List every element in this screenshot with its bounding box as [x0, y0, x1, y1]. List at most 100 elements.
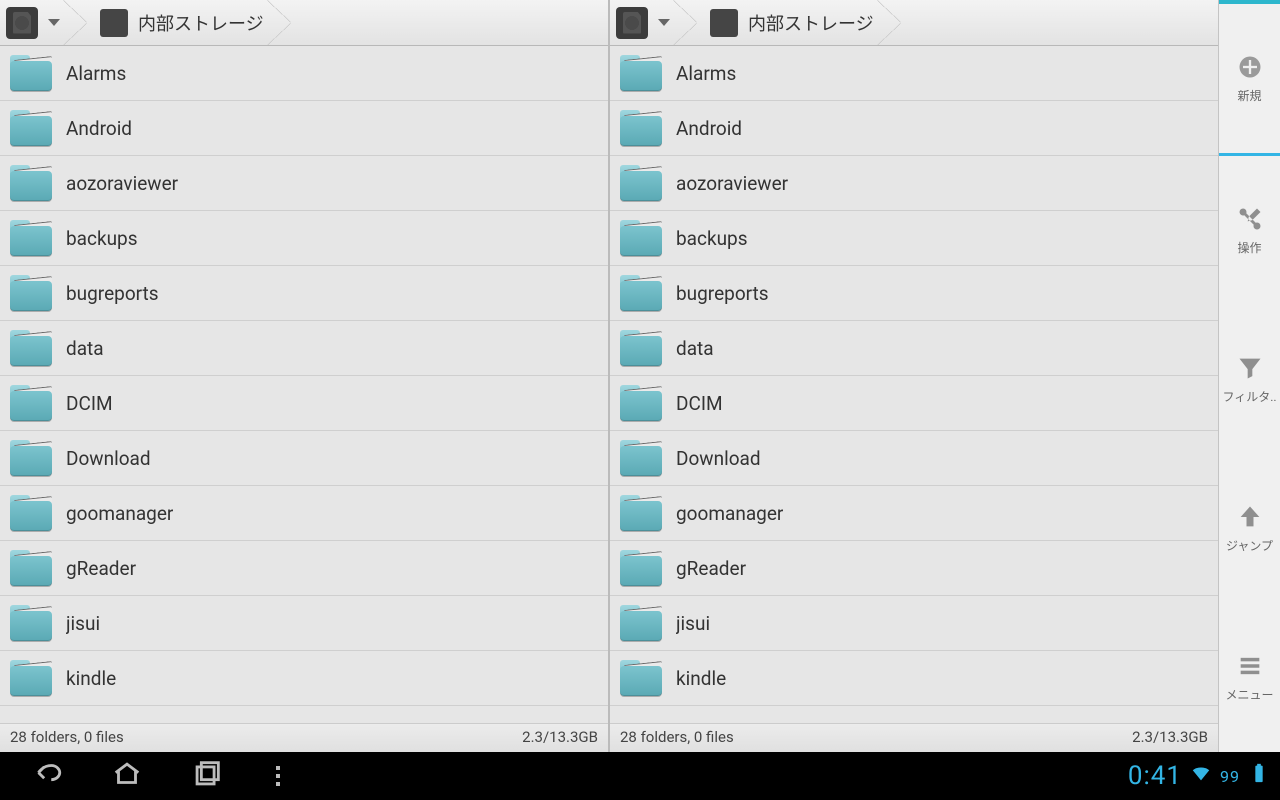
file-name: Android [66, 117, 132, 140]
battery-icon [1248, 761, 1270, 791]
list-item[interactable]: data [0, 321, 608, 376]
list-item[interactable]: DCIM [0, 376, 608, 431]
action-label: ジャンプ [1226, 537, 1273, 554]
list-item[interactable]: jisui [610, 596, 1218, 651]
action-sidebar: 新規 操作 フィルタ.. ジャンプ メニュー [1218, 0, 1280, 752]
clock: 0:41 [1128, 761, 1182, 791]
action-label: 新規 [1237, 87, 1261, 104]
action-new[interactable]: 新規 [1219, 4, 1280, 156]
folder-icon [10, 550, 52, 586]
folder-icon [10, 385, 52, 421]
overflow-menu-button[interactable] [270, 766, 280, 786]
menu-icon [1236, 652, 1264, 680]
status-storage: 2.3/13.3GB [1132, 728, 1208, 746]
file-name: Android [676, 117, 742, 140]
breadcrumb-label: 内部ストレージ [138, 10, 264, 36]
list-item[interactable]: aozoraviewer [0, 156, 608, 211]
sdcard-icon [6, 7, 38, 39]
file-list[interactable]: Alarms Android aozoraviewer backups bugrepor… [610, 46, 1218, 723]
file-name: Alarms [66, 62, 126, 85]
file-name: kindle [66, 667, 116, 690]
file-pane: 内部ストレージ Alarms Android aozoraviewer backups b… [0, 0, 608, 752]
folder-icon [10, 165, 52, 201]
list-item[interactable]: gReader [0, 541, 608, 596]
file-name: bugreports [676, 282, 769, 305]
list-item[interactable]: kindle [0, 651, 608, 706]
list-item[interactable]: Alarms [0, 46, 608, 101]
pane-status: 28 folders, 0 files 2.3/13.3GB [610, 723, 1218, 752]
back-button[interactable] [30, 757, 64, 795]
list-item[interactable]: backups [610, 211, 1218, 266]
file-name: jisui [676, 612, 710, 635]
wifi-icon [1190, 761, 1212, 791]
home-button[interactable] [110, 757, 144, 795]
action-jump[interactable]: ジャンプ [1219, 454, 1280, 603]
folder-icon [10, 605, 52, 641]
file-name: backups [66, 227, 138, 250]
list-item[interactable]: goomanager [0, 486, 608, 541]
chevron-down-icon [48, 19, 60, 26]
recent-apps-button[interactable] [190, 757, 224, 795]
action-label: 操作 [1237, 239, 1261, 256]
battery-percent: 99 [1220, 767, 1240, 786]
folder-icon [620, 660, 662, 696]
breadcrumb-root[interactable] [0, 0, 86, 45]
folder-icon [620, 275, 662, 311]
list-item[interactable]: bugreports [0, 266, 608, 321]
list-item[interactable]: data [610, 321, 1218, 376]
list-item[interactable]: goomanager [610, 486, 1218, 541]
status-storage: 2.3/13.3GB [522, 728, 598, 746]
file-name: DCIM [66, 392, 113, 415]
folder-icon [620, 220, 662, 256]
folder-icon [620, 55, 662, 91]
file-pane: 内部ストレージ Alarms Android aozoraviewer backups b… [608, 0, 1218, 752]
list-item[interactable]: bugreports [610, 266, 1218, 321]
tools-icon [1236, 205, 1264, 233]
list-item[interactable]: kindle [610, 651, 1218, 706]
action-filter[interactable]: フィルタ.. [1219, 305, 1280, 454]
file-name: data [676, 337, 714, 360]
list-item[interactable]: gReader [610, 541, 1218, 596]
folder-icon [620, 165, 662, 201]
status-count: 28 folders, 0 files [620, 728, 734, 746]
breadcrumb-root[interactable] [610, 0, 696, 45]
file-name: backups [676, 227, 748, 250]
arrow-up-icon [1236, 503, 1264, 531]
folder-icon [620, 605, 662, 641]
list-item[interactable]: Download [0, 431, 608, 486]
file-name: bugreports [66, 282, 159, 305]
file-list[interactable]: Alarms Android aozoraviewer backups bugrepor… [0, 46, 608, 723]
breadcrumb-item[interactable]: 内部ストレージ [86, 0, 290, 45]
list-item[interactable]: Alarms [610, 46, 1218, 101]
storage-icon [100, 9, 128, 37]
folder-icon [620, 385, 662, 421]
file-name: DCIM [676, 392, 723, 415]
file-name: jisui [66, 612, 100, 635]
folder-icon [10, 660, 52, 696]
action-menu[interactable]: メニュー [1219, 603, 1280, 752]
list-item[interactable]: DCIM [610, 376, 1218, 431]
file-name: goomanager [676, 502, 783, 525]
breadcrumb-item[interactable]: 内部ストレージ [696, 0, 900, 45]
android-navbar: 0:41 99 [0, 752, 1280, 800]
list-item[interactable]: aozoraviewer [610, 156, 1218, 211]
list-item[interactable]: jisui [0, 596, 608, 651]
list-item[interactable]: backups [0, 211, 608, 266]
folder-icon [620, 550, 662, 586]
list-item[interactable]: Android [610, 101, 1218, 156]
folder-icon [620, 330, 662, 366]
list-item[interactable]: Download [610, 431, 1218, 486]
action-operate[interactable]: 操作 [1219, 156, 1280, 305]
chevron-down-icon [658, 19, 670, 26]
folder-icon [10, 440, 52, 476]
file-name: Alarms [676, 62, 736, 85]
folder-icon [620, 110, 662, 146]
plus-circle-icon [1236, 53, 1264, 81]
list-item[interactable]: Android [0, 101, 608, 156]
folder-icon [620, 495, 662, 531]
file-name: Download [676, 447, 761, 470]
file-name: gReader [676, 557, 746, 580]
pane-status: 28 folders, 0 files2.3/13.3GB [0, 723, 608, 752]
folder-icon [10, 110, 52, 146]
storage-icon [710, 9, 738, 37]
